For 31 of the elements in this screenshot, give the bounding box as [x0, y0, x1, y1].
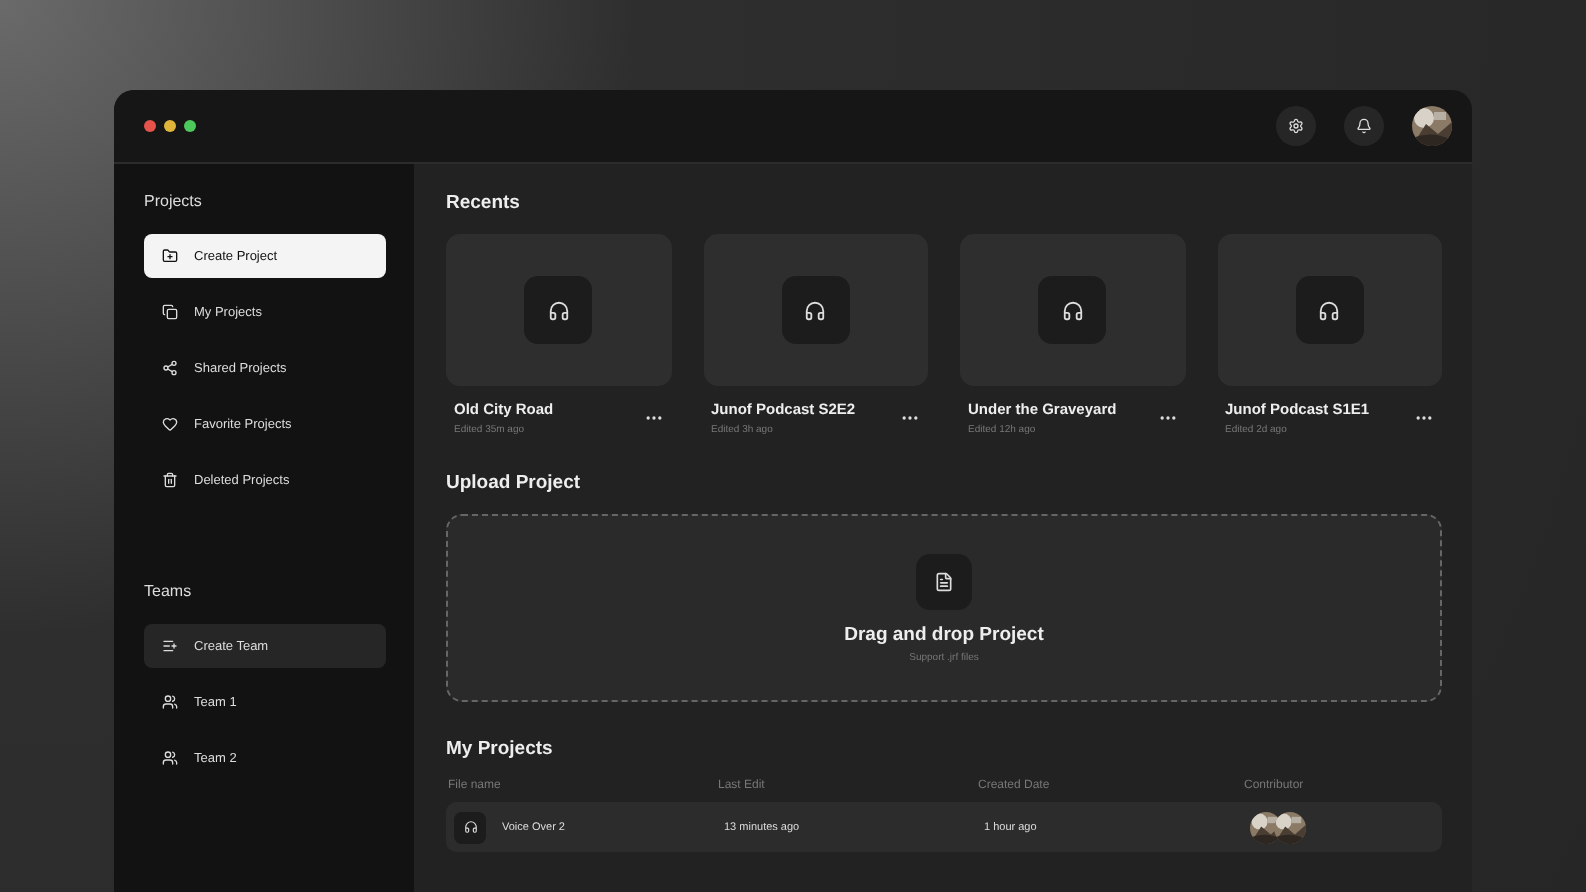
folder-plus-icon — [162, 248, 178, 264]
card-thumbnail[interactable] — [1217, 234, 1442, 386]
share-icon — [162, 360, 178, 376]
trash-icon — [162, 472, 178, 488]
headphones-icon — [547, 299, 570, 321]
file-icon — [934, 571, 954, 591]
minimize-dot[interactable] — [164, 120, 176, 132]
copy-icon — [162, 304, 178, 320]
section-title: Recents — [446, 192, 522, 214]
card-thumbnail[interactable] — [703, 234, 928, 386]
headphones-icon — [1061, 299, 1084, 321]
card-thumbnail[interactable] — [960, 234, 1185, 386]
drop-title: Drag and drop Project — [844, 623, 1044, 645]
notification-button[interactable] — [1344, 106, 1384, 146]
bell-icon — [1356, 118, 1372, 134]
close-dot[interactable] — [144, 120, 156, 132]
section-title: Upload Project — [446, 472, 583, 494]
section-title: Projects — [144, 192, 204, 210]
headphones-icon — [463, 820, 477, 834]
users-icon — [162, 750, 178, 766]
list-plus-icon — [162, 638, 178, 654]
headphones-icon — [1318, 299, 1341, 321]
users-icon — [162, 694, 178, 710]
section-title: My Projects — [446, 738, 555, 760]
headphones-icon — [804, 299, 827, 321]
maximize-dot[interactable] — [184, 120, 196, 132]
settings-button[interactable] — [1276, 106, 1316, 146]
settings-icon — [1288, 118, 1304, 134]
section-title: Teams — [144, 582, 194, 600]
card-thumbnail[interactable] — [446, 234, 671, 386]
heart-icon — [162, 416, 178, 432]
